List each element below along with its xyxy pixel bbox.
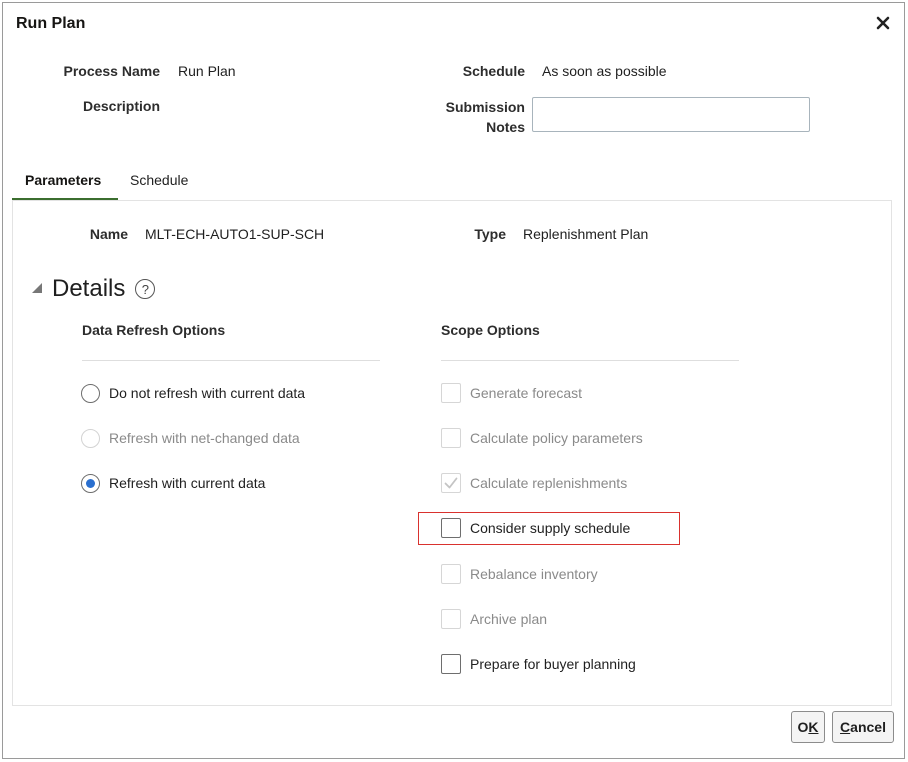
ok-button[interactable]: OK [791, 711, 825, 743]
checkbox[interactable] [441, 654, 461, 674]
checkbox-label: Calculate replenishments [470, 475, 628, 491]
checkmark-icon [444, 477, 458, 489]
radio-button[interactable] [81, 383, 100, 403]
radio-label: Do not refresh with current data [109, 385, 306, 401]
checkbox-calculate-policy-parameters: Calculate policy parameters [441, 427, 643, 449]
checkbox [441, 383, 461, 403]
checkbox-rebalance-inventory: Rebalance inventory [441, 563, 598, 585]
data-refresh-divider [82, 360, 380, 361]
submission-notes-label-line1: Submission [445, 99, 525, 115]
details-section-header[interactable]: Details ? [30, 275, 156, 303]
tab-parameters[interactable]: Parameters [25, 164, 101, 200]
type-value: Replenishment Plan [523, 226, 649, 242]
name-label: Name [89, 226, 128, 242]
checkbox [441, 564, 461, 584]
help-icon[interactable]: ? [135, 279, 156, 299]
ok-label-mnemonic: K [808, 719, 819, 735]
checkbox-archive-plan: Archive plan [441, 608, 547, 630]
close-icon[interactable] [872, 12, 894, 34]
checkbox-calculate-replenishments: Calculate replenishments [441, 472, 627, 494]
radio-option-current-data[interactable]: Refresh with current data [81, 472, 265, 494]
description-label: Description [82, 98, 160, 114]
radio-label: Refresh with current data [109, 475, 266, 491]
name-value: MLT-ECH-AUTO1-SUP-SCH [145, 226, 325, 242]
cancel-label-mnemonic: C [840, 719, 851, 735]
schedule-label: Schedule [462, 63, 525, 79]
tab-schedule[interactable]: Schedule [130, 164, 188, 200]
submission-notes-label-line2: Notes [486, 119, 525, 135]
ok-label-prefix: O [797, 719, 809, 735]
cancel-button[interactable]: Cancel [832, 711, 894, 743]
data-refresh-heading: Data Refresh Options [82, 322, 226, 338]
radio-option-no-refresh[interactable]: Do not refresh with current data [81, 382, 305, 404]
checkbox-label: Archive plan [470, 611, 548, 627]
scope-options-heading: Scope Options [441, 322, 540, 338]
checkbox [441, 609, 461, 629]
submission-notes-input[interactable] [532, 97, 810, 132]
collapse-triangle-icon [30, 281, 44, 298]
radio-button-selected[interactable] [81, 473, 100, 493]
checkbox-label: Generate forecast [470, 385, 583, 401]
scope-options-divider [441, 360, 739, 361]
checkbox-prepare-for-buyer-planning[interactable]: Prepare for buyer planning [441, 653, 636, 675]
schedule-value: As soon as possible [542, 63, 667, 79]
checkbox-label: Rebalance inventory [470, 566, 598, 582]
radio-button [81, 428, 100, 448]
details-title: Details [52, 275, 126, 302]
highlight-box [418, 512, 680, 545]
checkbox-label: Prepare for buyer planning [470, 656, 636, 672]
checkbox [441, 428, 461, 448]
radio-label: Refresh with net-changed data [109, 430, 300, 446]
process-name-label: Process Name [63, 63, 160, 79]
cancel-label-rest: ancel [850, 719, 886, 735]
type-label: Type [474, 226, 506, 242]
process-name-value: Run Plan [178, 63, 236, 79]
checkbox-generate-forecast: Generate forecast [441, 382, 582, 404]
checkbox-label: Calculate policy parameters [470, 430, 643, 446]
checkbox-checked [441, 473, 461, 493]
radio-option-net-changed: Refresh with net-changed data [81, 427, 300, 449]
dialog-title: Run Plan [16, 15, 86, 32]
